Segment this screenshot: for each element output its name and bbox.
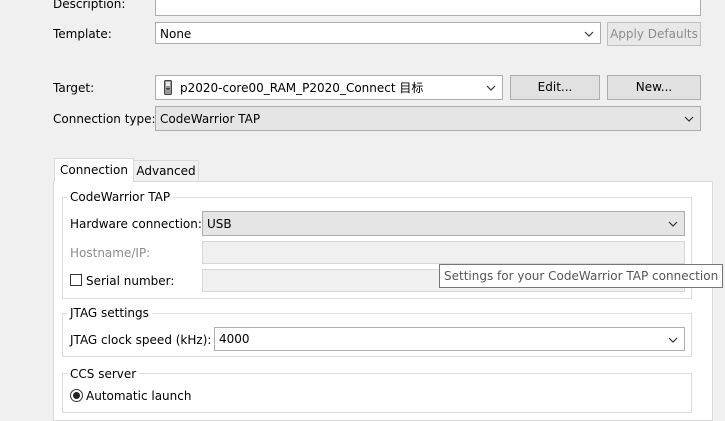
- hostname-input[interactable]: [202, 241, 685, 264]
- hostname-label: Hostname/IP:: [70, 246, 151, 260]
- connection-type-select[interactable]: CodeWarrior TAP: [155, 106, 701, 131]
- chevron-down-icon: [584, 31, 594, 37]
- tab-connection[interactable]: Connection: [54, 158, 134, 182]
- new-label: New...: [635, 80, 673, 94]
- automatic-launch-label: Automatic launch: [86, 389, 192, 403]
- chevron-down-icon: [684, 116, 694, 122]
- template-value: None: [160, 27, 192, 41]
- ccs-server-group-title: CCS server: [67, 366, 140, 382]
- edit-button[interactable]: Edit...: [510, 75, 600, 100]
- target-select[interactable]: p2020-core00_RAM_P2020_Connect 目标: [155, 75, 503, 100]
- connection-type-label: Connection type:: [53, 112, 156, 126]
- chevron-down-icon: [668, 337, 678, 343]
- jtag-clock-select[interactable]: 4000: [214, 327, 685, 351]
- automatic-launch-radio[interactable]: [70, 389, 83, 402]
- connection-type-value: CodeWarrior TAP: [160, 112, 261, 126]
- target-device-icon: [164, 80, 172, 95]
- tab-advanced[interactable]: Advanced: [133, 160, 199, 182]
- chevron-down-icon: [486, 85, 496, 91]
- new-button[interactable]: New...: [607, 75, 701, 100]
- edit-label: Edit...: [537, 80, 573, 94]
- target-label: Target:: [53, 81, 95, 95]
- jtag-settings-group-title: JTAG settings: [67, 305, 152, 321]
- serial-number-checkbox[interactable]: [70, 274, 82, 286]
- serial-number-label: Serial number:: [86, 274, 175, 288]
- apply-defaults-button[interactable]: Apply Defaults: [607, 22, 701, 46]
- template-select[interactable]: None: [155, 22, 601, 44]
- target-value: p2020-core00_RAM_P2020_Connect 目标: [180, 81, 424, 95]
- chevron-down-icon: [668, 221, 678, 227]
- template-label: Template:: [53, 27, 112, 41]
- codewarrior-tap-group-title: CodeWarrior TAP: [67, 189, 174, 205]
- jtag-clock-value: 4000: [219, 332, 250, 346]
- hardware-connection-select[interactable]: USB: [202, 211, 685, 236]
- description-label: Description:: [53, 0, 126, 11]
- description-input[interactable]: [155, 0, 701, 16]
- jtag-clock-label: JTAG clock speed (kHz):: [70, 333, 212, 347]
- connection-tooltip: Settings for your CodeWarrior TAP connec…: [439, 264, 724, 288]
- hardware-connection-value: USB: [207, 217, 232, 231]
- hardware-connection-label: Hardware connection:: [70, 217, 202, 231]
